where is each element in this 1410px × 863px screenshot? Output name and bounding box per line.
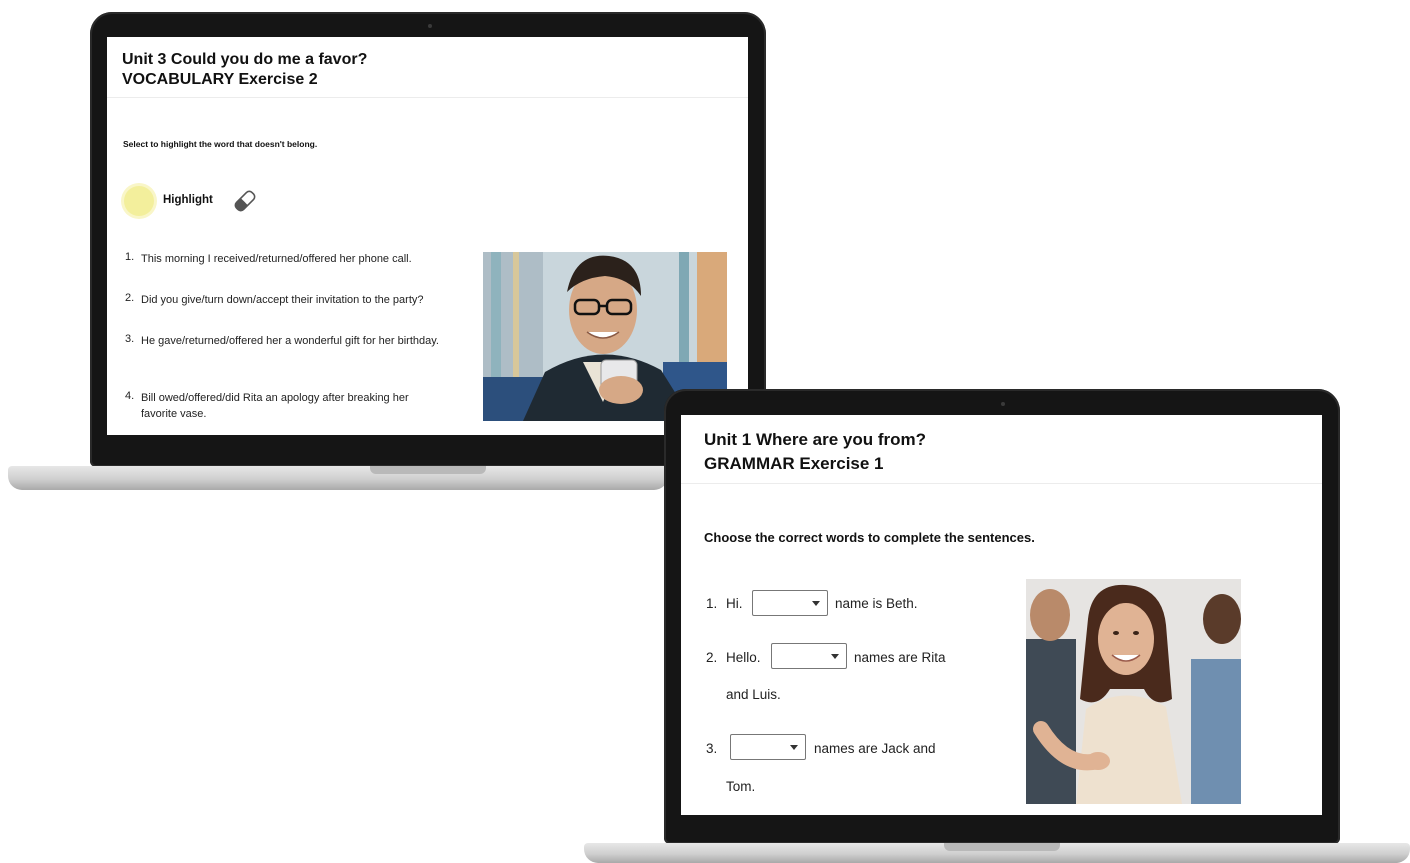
question-3[interactable]: 3. He gave/returned/offered her a wonder… [125,333,445,349]
eraser-icon[interactable] [231,187,259,215]
question-number: 2. [125,292,135,304]
highlight-color-button[interactable] [124,186,154,216]
instruction-text: Choose the correct words to complete the… [704,530,1035,545]
answer-dropdown-2[interactable] [771,643,847,669]
question-number: 1. [706,596,718,611]
question-text[interactable]: This morning I received/returned/offered… [125,251,460,267]
question-prefix: Hi. [726,596,743,611]
unit-title: Unit 3 Could you do me a favor? [122,51,368,68]
exercise-title: VOCABULARY Exercise 2 [122,71,318,88]
answer-dropdown-3[interactable] [730,734,806,760]
question-2[interactable]: 2. Did you give/turn down/accept their i… [125,292,460,308]
question-text[interactable]: Bill owed/offered/did Rita an apology af… [125,390,445,422]
question-suffix: names are Jack and [814,741,936,756]
chevron-down-icon [790,745,798,750]
woman-handshake-photo [1026,579,1241,804]
question-number: 3. [125,333,135,345]
question-4[interactable]: 4. Bill owed/offered/did Rita an apology… [125,390,445,422]
question-continuation: Tom. [726,779,756,794]
question-text[interactable]: Did you give/turn down/accept their invi… [125,292,460,308]
answer-dropdown-1[interactable] [752,590,828,616]
question-continuation: and Luis. [726,687,781,702]
question-number: 3. [706,741,718,756]
question-text[interactable]: He gave/returned/offered her a wonderful… [125,333,445,349]
question-number: 2. [706,650,718,665]
question-suffix: name is Beth. [835,596,918,611]
laptop-base [8,466,668,490]
chevron-down-icon [831,654,839,659]
webcam [428,24,432,28]
grammar-screen: Unit 1 Where are you from? GRAMMAR Exerc… [681,415,1322,815]
laptop-notch [944,843,1060,851]
question-number: 4. [125,390,135,402]
highlight-label: Highlight [163,194,213,206]
question-prefix: Hello. [726,650,761,665]
vocabulary-screen: Unit 3 Could you do me a favor? VOCABULA… [107,37,748,435]
question-suffix: names are Rita [854,650,946,665]
chevron-down-icon [812,601,820,606]
webcam [1001,402,1005,406]
exercise-title: GRAMMAR Exercise 1 [704,454,884,473]
question-1[interactable]: 1. This morning I received/returned/offe… [125,251,460,267]
question-number: 1. [125,251,135,263]
instruction-text: Select to highlight the word that doesn'… [123,139,318,149]
laptop-notch [370,466,486,474]
unit-title: Unit 1 Where are you from? [704,430,926,449]
